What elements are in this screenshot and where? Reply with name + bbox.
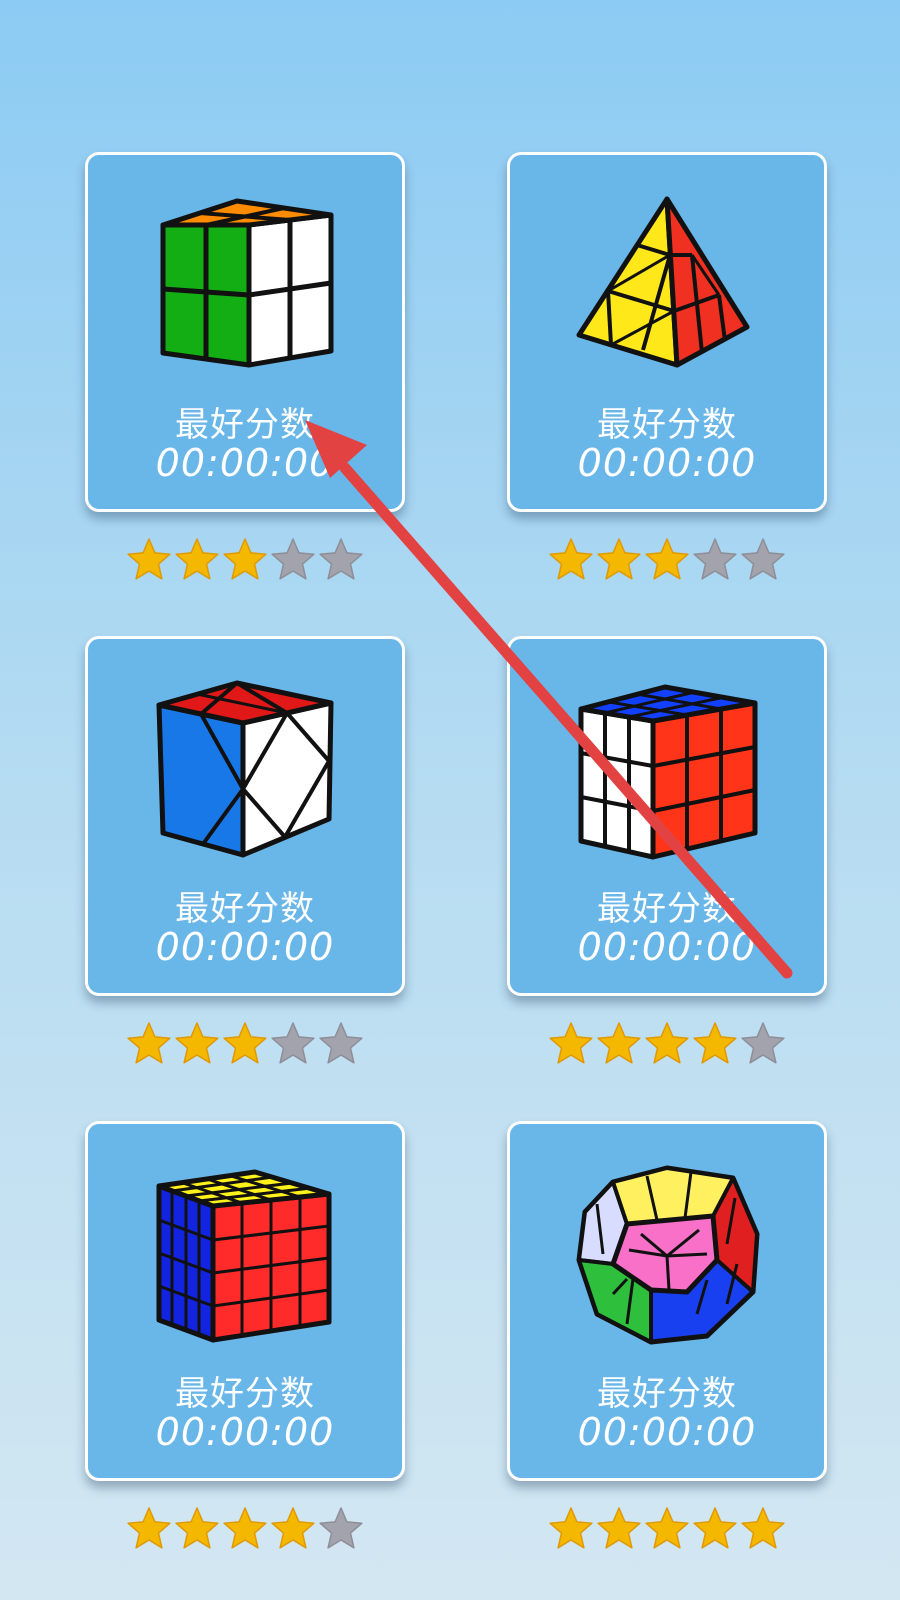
star-rating (507, 537, 827, 587)
star-filled-icon (223, 1507, 267, 1549)
star-rating (507, 1506, 827, 1556)
star-filled-icon (127, 1022, 171, 1064)
3x3-cube-icon (578, 684, 758, 860)
star-filled-icon (223, 1022, 267, 1064)
pyraminx-icon (576, 196, 750, 368)
star-filled-icon (549, 538, 593, 580)
best-score-time: 00:00:00 (577, 441, 757, 485)
star-filled-icon (645, 538, 689, 580)
best-score-time: 00:00:00 (155, 925, 335, 969)
star-filled-icon (597, 538, 641, 580)
star-empty-icon (319, 1507, 363, 1549)
star-filled-icon (175, 1022, 219, 1064)
star-rating (85, 537, 405, 587)
star-empty-icon (693, 538, 737, 580)
2x2-cube-icon (160, 198, 334, 368)
puzzle-slot: 最好分数 00:00:00 (85, 152, 405, 580)
best-score-label: 最好分数 (597, 889, 737, 929)
best-score-label: 最好分数 (597, 1374, 737, 1414)
star-filled-icon (597, 1507, 641, 1549)
puzzle-slot: 最好分数 00:00:00 (85, 1121, 405, 1549)
puzzle-card-pyraminx[interactable]: 最好分数 00:00:00 (507, 152, 827, 512)
megaminx-icon (576, 1165, 760, 1345)
best-score-label: 最好分数 (175, 1374, 315, 1414)
puzzle-card-4x4[interactable]: 最好分数 00:00:00 (85, 1121, 405, 1481)
puzzle-card-skewb[interactable]: 最好分数 00:00:00 (85, 636, 405, 996)
puzzle-slot: 最好分数 00:00:00 (85, 636, 405, 1064)
star-empty-icon (271, 538, 315, 580)
star-filled-icon (223, 538, 267, 580)
puzzle-slot: 最好分数 00:00:00 (507, 152, 827, 580)
best-score-label: 最好分数 (175, 889, 315, 929)
puzzle-grid: 最好分数 00:00:00 最好分数 00:00:00 最好分数 00:00:0… (0, 0, 900, 1600)
best-score-time: 00:00:00 (577, 1410, 757, 1454)
star-filled-icon (127, 538, 171, 580)
star-filled-icon (271, 1507, 315, 1549)
star-filled-icon (741, 1507, 785, 1549)
star-filled-icon (645, 1507, 689, 1549)
star-filled-icon (549, 1507, 593, 1549)
puzzle-card-3x3[interactable]: 最好分数 00:00:00 (507, 636, 827, 996)
star-empty-icon (741, 538, 785, 580)
puzzle-slot: 最好分数 00:00:00 (507, 636, 827, 1064)
star-rating (507, 1021, 827, 1071)
best-score-time: 00:00:00 (155, 441, 335, 485)
puzzle-slot: 最好分数 00:00:00 (507, 1121, 827, 1549)
star-empty-icon (319, 538, 363, 580)
4x4-cube-icon (156, 1169, 332, 1343)
best-score-label: 最好分数 (597, 405, 737, 445)
star-filled-icon (597, 1022, 641, 1064)
star-empty-icon (271, 1022, 315, 1064)
star-filled-icon (693, 1022, 737, 1064)
best-score-label: 最好分数 (175, 405, 315, 445)
star-filled-icon (127, 1507, 171, 1549)
puzzle-card-megaminx[interactable]: 最好分数 00:00:00 (507, 1121, 827, 1481)
star-filled-icon (175, 538, 219, 580)
best-score-time: 00:00:00 (577, 925, 757, 969)
star-filled-icon (693, 1507, 737, 1549)
puzzle-card-2x2[interactable]: 最好分数 00:00:00 (85, 152, 405, 512)
star-rating (85, 1506, 405, 1556)
star-rating (85, 1021, 405, 1071)
star-filled-icon (549, 1022, 593, 1064)
star-filled-icon (645, 1022, 689, 1064)
star-empty-icon (741, 1022, 785, 1064)
star-filled-icon (175, 1507, 219, 1549)
skewb-icon (156, 680, 334, 858)
star-empty-icon (319, 1022, 363, 1064)
best-score-time: 00:00:00 (155, 1410, 335, 1454)
